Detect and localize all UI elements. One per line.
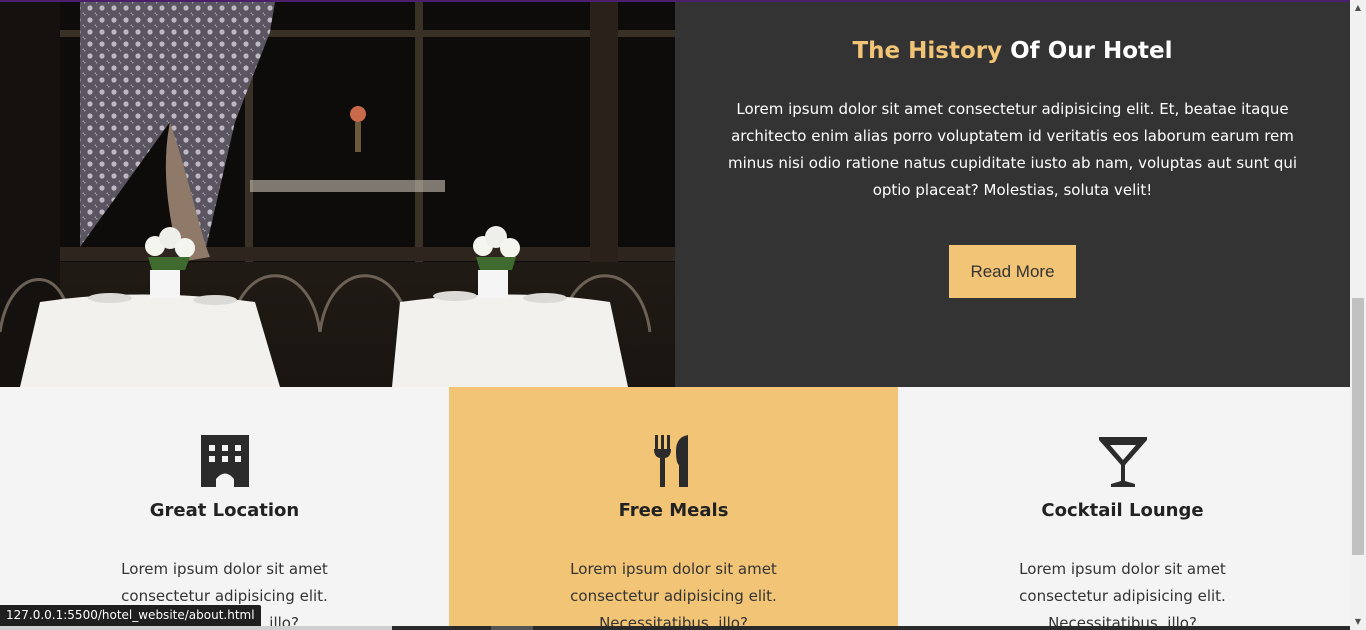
- status-bar-url: 127.0.0.1:5500/hotel_website/about.html: [0, 605, 261, 626]
- history-title-rest: Of Our Hotel: [1010, 38, 1173, 64]
- history-body: Lorem ipsum dolor sit amet consectetur a…: [727, 100, 1298, 199]
- vertical-scrollbar[interactable]: ▲ ▼: [1350, 0, 1366, 630]
- feature-text: Lorem ipsum dolor sit amet consectetur a…: [1019, 560, 1226, 630]
- feature-title: Free Meals: [618, 500, 729, 521]
- history-title: The History Of Our Hotel: [675, 38, 1350, 64]
- feature-card-location: Great Location Lorem ipsum dolor sit ame…: [0, 387, 449, 630]
- restaurant-photo-drawing: [0, 2, 675, 387]
- utensils-icon: [653, 435, 688, 487]
- feature-text: Lorem ipsum dolor sit amet consectetur a…: [570, 560, 777, 630]
- cocktail-icon: [1098, 437, 1147, 487]
- hotel-icon: [200, 435, 249, 487]
- read-more-button[interactable]: Read More: [949, 245, 1076, 298]
- bottom-strip: [0, 626, 1350, 630]
- scroll-down-arrow-icon[interactable]: ▼: [1350, 614, 1366, 630]
- feature-card-lounge: Cocktail Lounge Lorem ipsum dolor sit am…: [898, 387, 1347, 630]
- features-section: Great Location Lorem ipsum dolor sit ame…: [0, 387, 1350, 630]
- feature-title: Cocktail Lounge: [1041, 500, 1204, 521]
- history-title-accent: The History: [852, 38, 1003, 64]
- scroll-up-arrow-icon[interactable]: ▲: [1350, 0, 1366, 16]
- restaurant-photo: [0, 2, 675, 387]
- feature-card-meals: Free Meals Lorem ipsum dolor sit amet co…: [449, 387, 898, 630]
- scroll-thumb[interactable]: [1352, 298, 1364, 555]
- history-section: The History Of Our Hotel Lorem ipsum dol…: [0, 2, 1350, 387]
- history-content: The History Of Our Hotel Lorem ipsum dol…: [675, 2, 1350, 387]
- feature-title: Great Location: [149, 500, 300, 521]
